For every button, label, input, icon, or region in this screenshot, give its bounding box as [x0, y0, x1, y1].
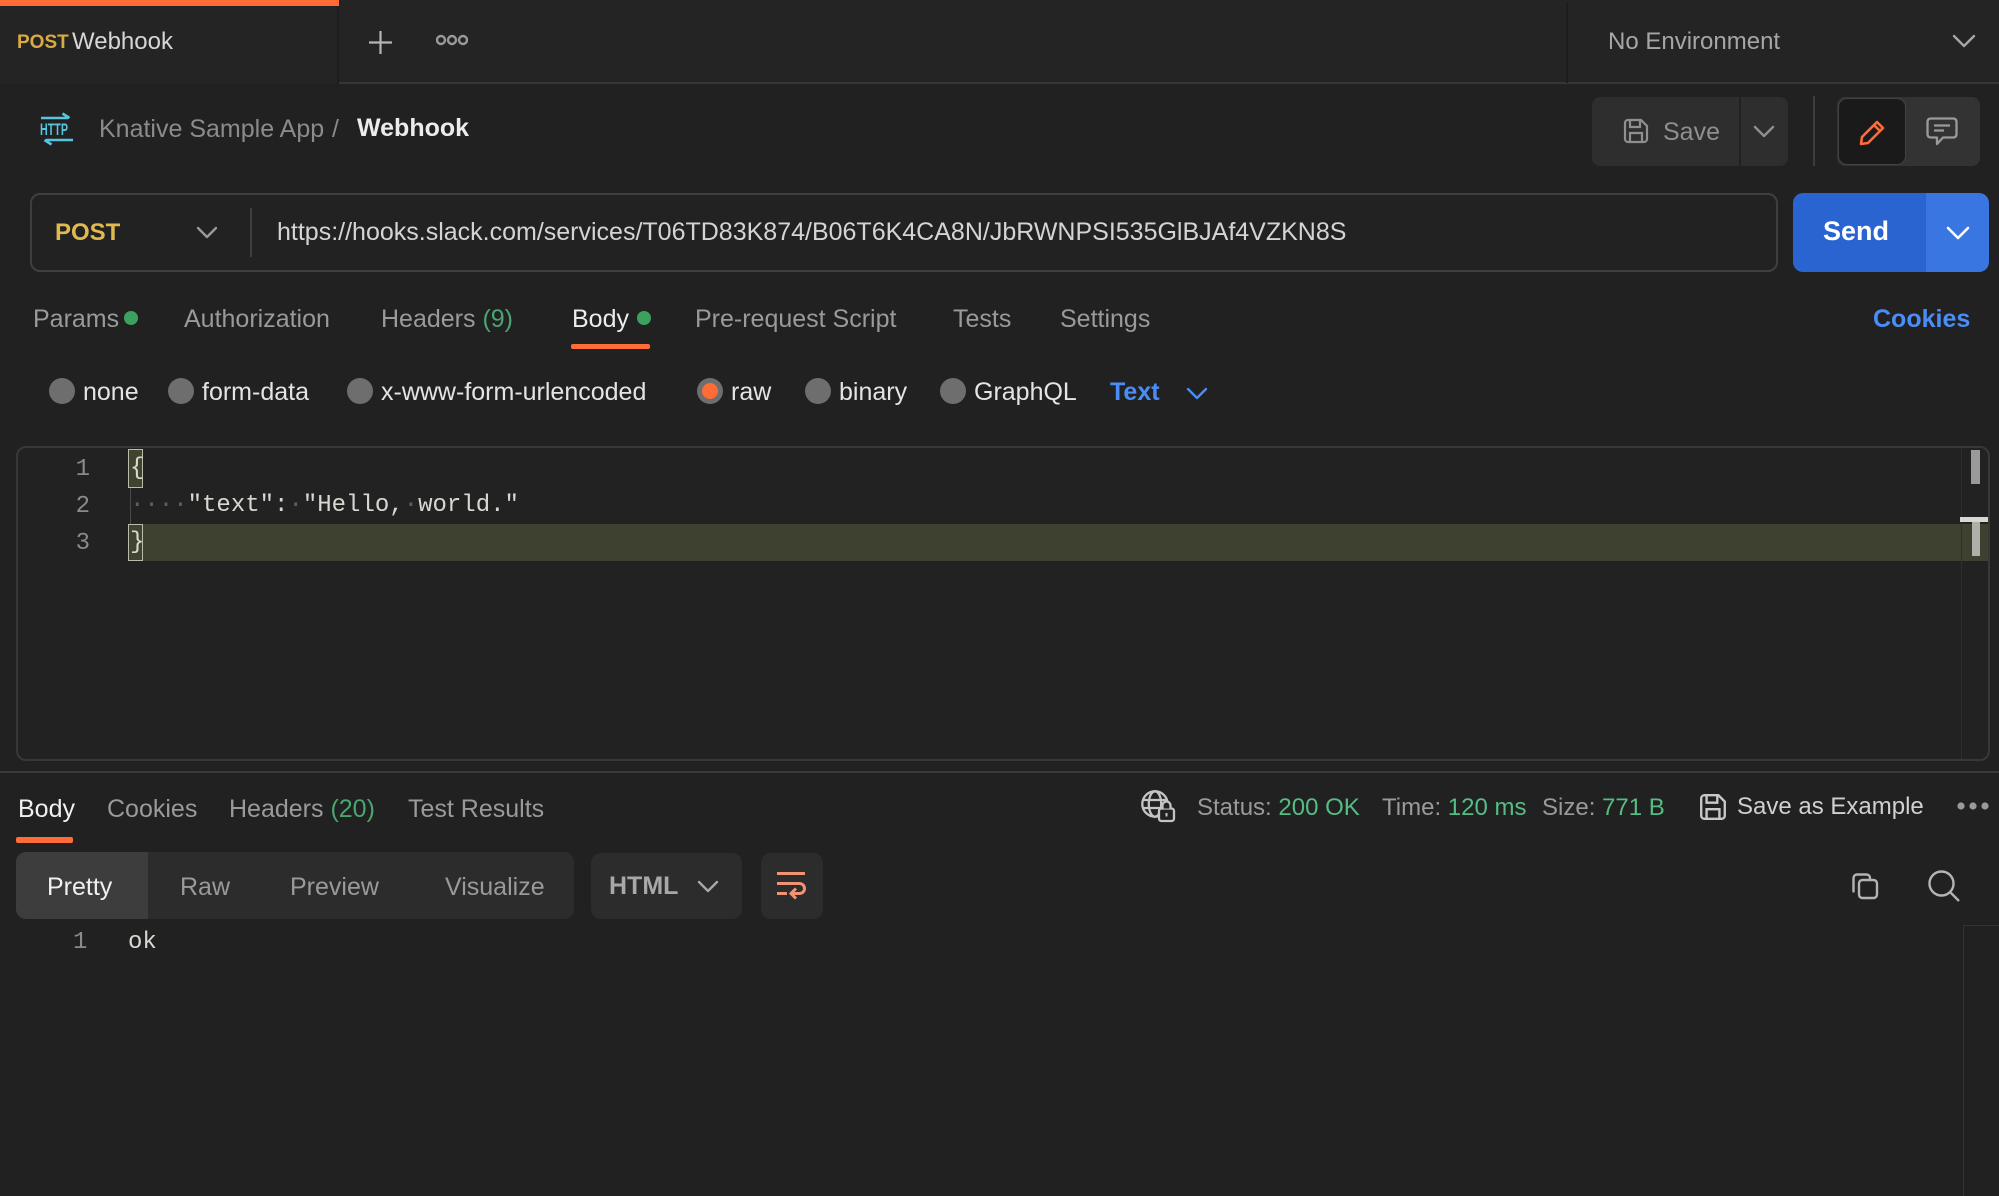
svg-text:HTTP: HTTP — [40, 120, 68, 139]
